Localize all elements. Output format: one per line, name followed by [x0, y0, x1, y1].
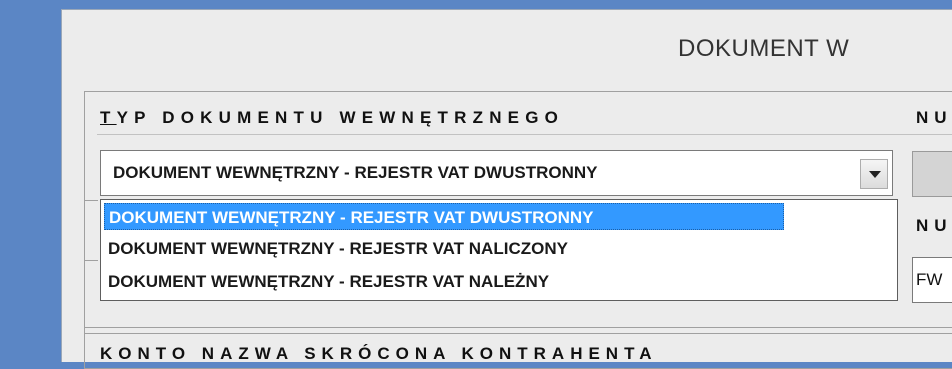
dropdown-option-naliczony[interactable]: DOKUMENT WEWNĘTRZNY - REJESTR VAT NALICZ…: [104, 235, 568, 262]
group-separator: [97, 134, 952, 135]
document-type-label-rest: YP DOKUMENTU WEWNĘTRZNEGO: [116, 108, 565, 127]
document-number-field[interactable]: FW: [912, 257, 952, 303]
combobox-selected-value: DOKUMENT WEWNĘTRZNY - REJESTR VAT DWUSTR…: [113, 163, 598, 182]
group-border-tick: [84, 200, 98, 201]
document-type-dropdown-list: DOKUMENT WEWNĘTRZNY - REJESTR VAT DWUSTR…: [100, 199, 898, 301]
contractor-header: KONTO NAZWA SKRÓCONA KONTRAHENTA: [100, 344, 658, 363]
document-type-label: TYP DOKUMENTU WEWNĘTRZNEGO: [100, 108, 564, 128]
combobox-dropdown-button[interactable]: [860, 159, 888, 189]
mnemonic-letter: T: [100, 108, 117, 127]
number-label-2: NU: [916, 216, 952, 235]
dropdown-option-nalezny[interactable]: DOKUMENT WEWNĘTRZNY - REJESTR VAT NALEŻN…: [104, 268, 549, 295]
document-type-combobox[interactable]: DOKUMENT WEWNĘTRZNY - REJESTR VAT DWUSTR…: [100, 150, 893, 196]
number-field[interactable]: [912, 151, 952, 197]
window-title: DOKUMENT W: [678, 35, 850, 62]
chevron-down-icon: [869, 171, 881, 178]
group-border-tick: [84, 260, 98, 261]
number-label: NU: [916, 108, 952, 127]
dropdown-option-dwustronny[interactable]: DOKUMENT WEWNĘTRZNY - REJESTR VAT DWUSTR…: [104, 203, 784, 230]
